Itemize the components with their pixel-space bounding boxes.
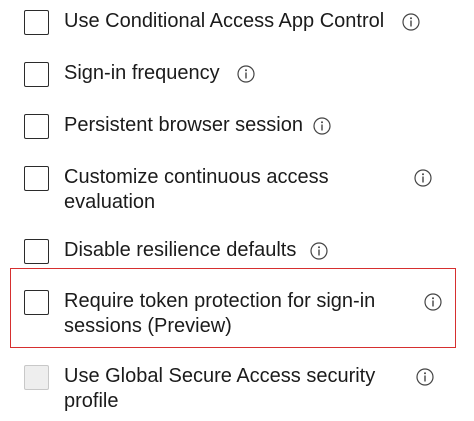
info-icon[interactable] bbox=[237, 65, 255, 83]
conditional-access-app-control-label: Use Conditional Access App Control bbox=[64, 10, 385, 32]
sign-in-frequency-label: Sign-in frequency bbox=[64, 62, 220, 84]
global-secure-access-label-line1: Use Global Secure Access security bbox=[64, 365, 376, 387]
global-secure-access-label-line2: profile bbox=[64, 390, 119, 412]
disable-resilience-defaults-label: Disable resilience defaults bbox=[64, 239, 297, 261]
info-icon[interactable] bbox=[313, 117, 331, 135]
require-token-protection-label-line1: Require token protection for sign-in bbox=[64, 290, 376, 312]
conditional-access-app-control-checkbox[interactable] bbox=[24, 10, 49, 35]
continuous-access-evaluation-label-line2: evaluation bbox=[64, 191, 156, 213]
continuous-access-evaluation-checkbox[interactable] bbox=[24, 166, 49, 191]
persistent-browser-session-checkbox[interactable] bbox=[24, 114, 49, 139]
require-token-protection-checkbox[interactable] bbox=[24, 290, 49, 315]
info-icon[interactable] bbox=[402, 13, 420, 31]
disable-resilience-defaults-checkbox[interactable] bbox=[24, 239, 49, 264]
info-icon[interactable] bbox=[310, 242, 328, 260]
info-icon[interactable] bbox=[424, 293, 442, 311]
sign-in-frequency-checkbox[interactable] bbox=[24, 62, 49, 87]
require-token-protection-label-line2: sessions (Preview) bbox=[64, 315, 232, 337]
global-secure-access-checkbox bbox=[24, 365, 49, 390]
persistent-browser-session-label: Persistent browser session bbox=[64, 114, 303, 136]
info-icon[interactable] bbox=[416, 368, 434, 386]
continuous-access-evaluation-label-line1: Customize continuous access bbox=[64, 166, 329, 188]
info-icon[interactable] bbox=[414, 169, 432, 187]
